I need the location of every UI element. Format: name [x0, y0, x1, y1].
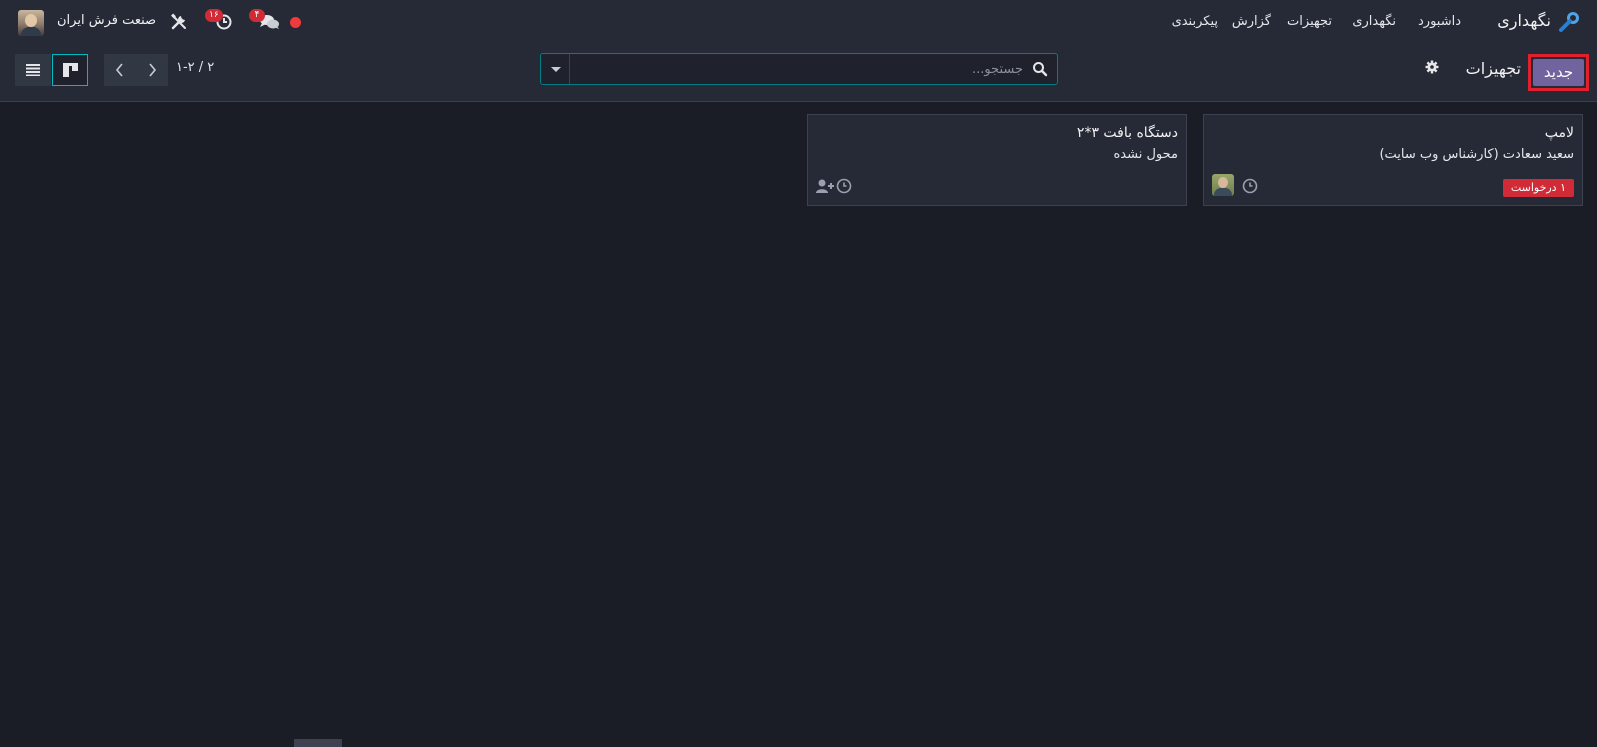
pager-value[interactable]: ۱-۲ / ۲	[176, 60, 214, 75]
horizontal-scrollbar[interactable]	[294, 739, 342, 747]
status-dot	[290, 17, 301, 28]
list-icon	[26, 64, 40, 76]
pager-next-button[interactable]	[136, 54, 168, 86]
chevron-right-icon	[115, 63, 123, 77]
activity-badge: ۱۶	[205, 9, 223, 22]
app-name[interactable]: نگهداری	[1497, 11, 1551, 30]
menu-reporting[interactable]: گزارش	[1232, 14, 1271, 29]
debug-tools-icon[interactable]	[170, 13, 188, 31]
user-avatar[interactable]	[18, 10, 44, 36]
search-icon[interactable]	[1032, 61, 1048, 77]
menu-configuration[interactable]: پیکربندی	[1172, 14, 1218, 29]
gear-icon[interactable]	[1425, 60, 1439, 74]
top-navbar: نگهداری داشبورد نگهداری تجهیزات گزارش پی…	[0, 0, 1597, 44]
app-logo-icon[interactable]	[1557, 12, 1579, 34]
search-bar	[540, 53, 1058, 85]
kanban-view-button[interactable]	[52, 54, 88, 86]
card-title: لامپ	[1544, 125, 1574, 141]
search-input[interactable]	[571, 54, 1025, 84]
kanban-card[interactable]: لامپ سعید سعادت (کارشناس وب سایت) ۱ درخو…	[1203, 114, 1583, 206]
company-switcher[interactable]: صنعت فرش ایران	[57, 13, 156, 28]
card-title: دستگاه بافت ۳*۲	[1076, 125, 1178, 141]
list-view-button[interactable]	[15, 54, 51, 86]
activity-clock-icon[interactable]	[836, 178, 852, 194]
kanban-card[interactable]: دستگاه بافت ۳*۲ محول نشده	[807, 114, 1187, 206]
pager-previous-button[interactable]	[104, 54, 136, 86]
card-technician: سعید سعادت (کارشناس وب سایت)	[1379, 147, 1574, 162]
new-button[interactable]: جدید	[1533, 59, 1584, 86]
assign-user-icon[interactable]	[816, 179, 834, 193]
request-count-tag[interactable]: ۱ درخواست	[1502, 179, 1574, 197]
card-technician: محول نشده	[1113, 147, 1179, 162]
chevron-left-icon	[149, 63, 157, 77]
control-panel: جدید تجهیزات ۱-۲ / ۲	[0, 44, 1597, 102]
menu-dashboard[interactable]: داشبورد	[1418, 14, 1461, 29]
employee-avatar[interactable]	[1212, 174, 1234, 196]
new-button-highlight: جدید	[1528, 54, 1589, 91]
menu-equipment[interactable]: تجهیزات	[1287, 14, 1332, 29]
menu-maintenance[interactable]: نگهداری	[1352, 14, 1396, 29]
messages-badge: ۴	[249, 9, 265, 22]
activity-clock-icon[interactable]	[1242, 178, 1258, 194]
breadcrumb-title: تجهیزات	[1465, 59, 1521, 78]
kanban-icon	[63, 63, 78, 77]
search-options-toggle[interactable]	[541, 54, 570, 84]
